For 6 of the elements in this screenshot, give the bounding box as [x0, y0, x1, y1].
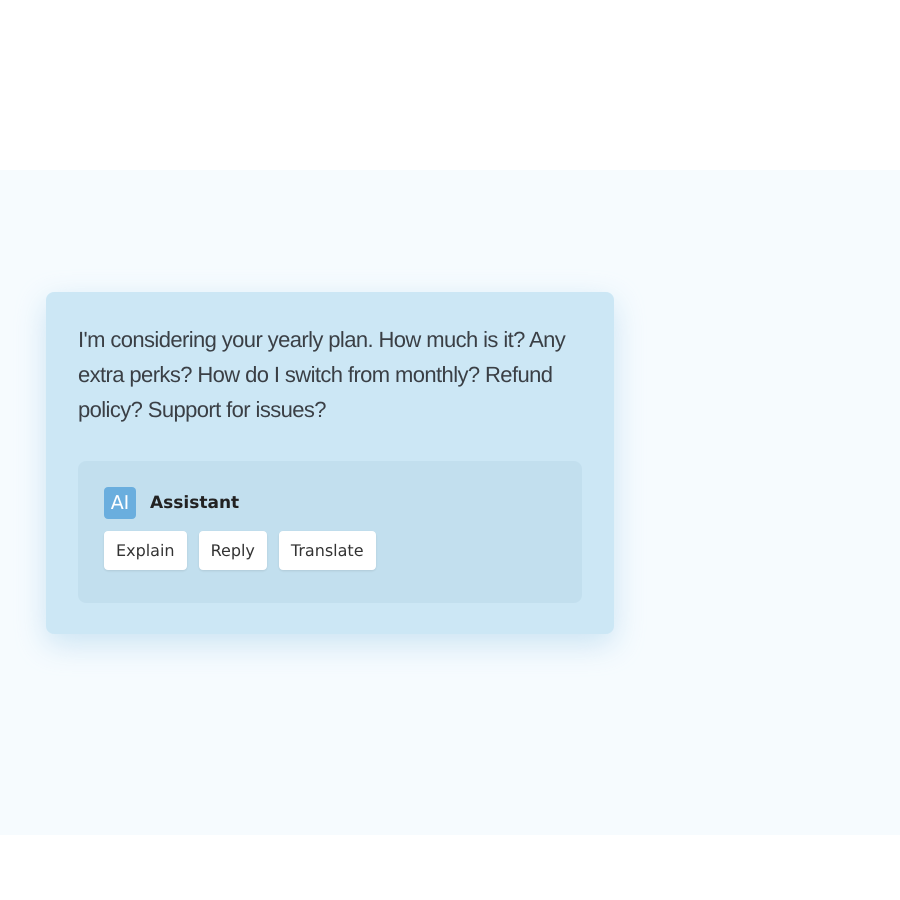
message-text: I'm considering your yearly plan. How much is it? Any extra perks? How do I switch from monthly? Refund policy? Support for issues?: [78, 326, 566, 424]
assistant-title: Assistant: [150, 493, 240, 513]
action-button[interactable]: Explain: [104, 531, 187, 570]
ai-badge: AI: [104, 487, 136, 519]
action-button[interactable]: Reply: [198, 531, 267, 570]
action-button[interactable]: Translate: [278, 531, 376, 570]
